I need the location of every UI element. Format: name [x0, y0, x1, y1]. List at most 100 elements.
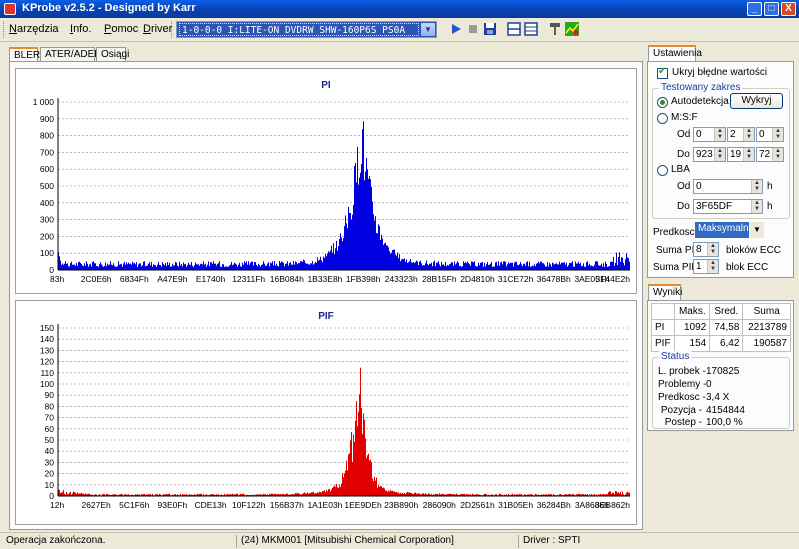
- auto-radio[interactable]: [657, 97, 668, 108]
- x-tick-label: E1740h: [196, 274, 226, 284]
- x-tick-label: 36478Bh: [537, 274, 571, 284]
- x-tick-label: 3F44E2h: [596, 274, 631, 284]
- play-icon[interactable]: [449, 22, 463, 36]
- x-tick-label: 31B05Eh: [498, 500, 533, 510]
- speed-select-value: Maksymalna: [695, 222, 754, 238]
- x-tick-label: 1FB398h: [346, 274, 381, 284]
- x-tick-label: 2C0E6h: [81, 274, 112, 284]
- sum-pif-label: Suma PIF: [653, 262, 698, 273]
- view2-icon[interactable]: [524, 22, 538, 36]
- status-value: 0: [706, 379, 712, 390]
- drive-select-value: 1-0-0-0 I:LITE-ON DVDRW SHW-160P6S PS0A: [179, 23, 419, 36]
- status-media: (24) MKM001 [Mitsubishi Chemical Corpora…: [236, 535, 454, 548]
- chevron-down-icon[interactable]: ▼: [750, 222, 764, 238]
- y-tick-label: 90: [45, 390, 55, 400]
- y-tick-label: 1 000: [33, 97, 55, 107]
- hide-errors-label: Ukryj błędne wartości: [672, 67, 768, 78]
- y-tick-label: 100: [40, 379, 54, 389]
- y-tick-label: 140: [40, 334, 54, 344]
- tab-ustawienia[interactable]: Ustawienia: [648, 45, 702, 61]
- status-value: 100,0 %: [706, 417, 743, 428]
- table-cell: 154: [674, 335, 711, 352]
- lba-from-unit: h: [767, 181, 773, 192]
- y-tick-label: 500: [40, 181, 54, 191]
- status-group-title: Status: [659, 351, 692, 362]
- graph-icon[interactable]: [565, 22, 579, 36]
- y-tick-label: 110: [40, 368, 54, 378]
- y-tick-label: 150: [40, 323, 54, 333]
- sum-pif-spinner[interactable]: 1 ▲ ▼: [693, 259, 719, 274]
- maximize-button[interactable]: □: [764, 2, 779, 16]
- table-cell: 74,58: [709, 319, 744, 336]
- sum-pi-spinner[interactable]: 8 ▲ ▼: [693, 242, 719, 257]
- chevron-down-icon[interactable]: ▼: [421, 23, 435, 36]
- msf-to-frame-spinner[interactable]: 72 ▲ ▼: [756, 147, 784, 162]
- msf-from-sec-spinner[interactable]: 2 ▲ ▼: [727, 127, 755, 142]
- menu-driver[interactable]: Driver: [143, 23, 172, 35]
- x-tick-label: 36284Bh: [537, 500, 571, 510]
- pif-chart-plot: 010203040506070809010011012013014015012h…: [40, 323, 630, 510]
- lba-to-label: Do: [677, 201, 690, 212]
- x-tick-label: 6834Fh: [120, 274, 149, 284]
- x-tick-label: 2D2561h: [460, 500, 495, 510]
- menu-narzedzia[interactable]: Narzędzia: [9, 23, 59, 35]
- status-value: 3,4 X: [706, 392, 730, 403]
- detect-button[interactable]: Wykryj: [730, 93, 783, 109]
- tab-ater-ader[interactable]: ATER/ADER: [40, 47, 102, 62]
- y-tick-label: 400: [40, 198, 54, 208]
- x-tick-label: 16B084h: [270, 274, 304, 284]
- y-tick-label: 200: [40, 231, 54, 241]
- speed-label: Predkosc: [653, 227, 695, 238]
- sum-pi-label: Suma PI: [656, 245, 695, 256]
- lba-radio[interactable]: [657, 165, 668, 176]
- save-icon[interactable]: [483, 22, 497, 36]
- x-tick-label: 28B15Fh: [422, 274, 457, 284]
- msf-from-label: Od: [677, 129, 691, 140]
- x-tick-label: 31CE72h: [498, 274, 534, 284]
- x-tick-label: 2627Eh: [81, 500, 111, 510]
- title-bar: KProbe v2.5.2 - Designed by Karr _ □ X: [0, 0, 799, 18]
- x-tick-label: 5C1F6h: [119, 500, 150, 510]
- lba-from-spinner[interactable]: 0 ▲ ▼: [693, 179, 763, 194]
- minimize-button[interactable]: _: [747, 2, 762, 16]
- x-tick-label: 286090h: [423, 500, 456, 510]
- range-group-title: Testowany zakres: [659, 82, 743, 93]
- table-row: PI 1092 74,58 2213789: [650, 319, 791, 336]
- drive-select[interactable]: 1-0-0-0 I:LITE-ON DVDRW SHW-160P6S PS0A …: [176, 21, 437, 38]
- msf-to-min-spinner[interactable]: 923 ▲ ▼: [693, 147, 726, 162]
- hide-errors-checkbox[interactable]: [657, 66, 668, 79]
- x-tick-label: 1EE9DEh: [344, 500, 382, 510]
- menu-bar: Narzędzia Info. Pomoc Driver 1-0-0-0 I:L…: [0, 18, 799, 42]
- data-bars: [58, 367, 630, 496]
- app-icon: [4, 3, 16, 15]
- stop-icon[interactable]: [466, 22, 480, 36]
- y-tick-label: 130: [40, 345, 54, 355]
- x-tick-label: A47E9h: [157, 274, 188, 284]
- table-header-row: Maks. Sred. Suma: [650, 303, 791, 320]
- lba-from-label: Od: [677, 181, 691, 192]
- tab-wyniki[interactable]: Wyniki: [648, 284, 682, 300]
- window-title: KProbe v2.5.2 - Designed by Karr: [22, 2, 196, 14]
- tab-osiagi[interactable]: Osiągi: [96, 47, 129, 62]
- y-tick-label: 50: [45, 435, 55, 445]
- x-tick-label: 12311Fh: [232, 274, 265, 284]
- status-message: Operacja zakończona.: [6, 535, 106, 546]
- status-label: Predkosc -: [658, 392, 706, 403]
- view1-icon[interactable]: [507, 22, 521, 36]
- x-tick-label: CDE13h: [194, 500, 226, 510]
- msf-to-sec-spinner[interactable]: 19 ▲ ▼: [727, 147, 755, 162]
- close-button[interactable]: X: [781, 2, 796, 16]
- y-tick-label: 800: [40, 131, 54, 141]
- msf-from-frame-spinner[interactable]: 0 ▲ ▼: [756, 127, 784, 142]
- menu-info[interactable]: Info.: [70, 23, 91, 35]
- msf-from-min-spinner[interactable]: 0 ▲ ▼: [693, 127, 726, 142]
- lba-to-spinner[interactable]: 3F65DF ▲ ▼: [693, 199, 763, 214]
- status-label: Problemy -: [658, 379, 707, 390]
- y-tick-label: 700: [40, 147, 54, 157]
- y-tick-label: 100: [40, 248, 54, 258]
- y-tick-label: 600: [40, 164, 54, 174]
- y-tick-label: 70: [45, 413, 55, 423]
- msf-radio[interactable]: [657, 113, 668, 124]
- menu-pomoc[interactable]: Pomoc: [104, 23, 138, 35]
- tools-icon[interactable]: [548, 22, 562, 36]
